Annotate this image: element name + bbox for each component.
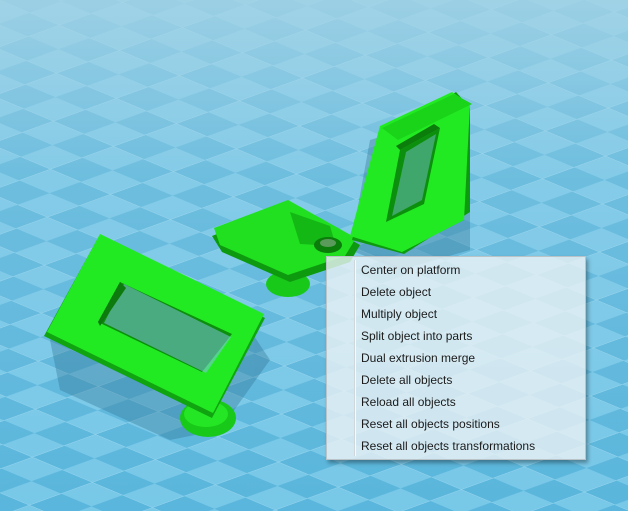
menu-item-label: Reset all objects transformations	[361, 439, 536, 453]
object-context-menu: Center on platform Delete object Multipl…	[326, 256, 586, 460]
menu-item-label: Delete object	[361, 285, 432, 299]
menu-item-label: Reload all objects	[361, 395, 456, 409]
menu-item-label: Reset all objects positions	[361, 417, 500, 431]
menu-item-label: Delete all objects	[361, 373, 453, 387]
menu-item-reload-all-objects[interactable]: Reload all objects	[327, 391, 585, 413]
menu-item-split-object-into-parts[interactable]: Split object into parts	[327, 325, 585, 347]
menu-item-label: Multiply object	[361, 307, 438, 321]
menu-item-label: Center on platform	[361, 263, 461, 277]
menu-item-label: Dual extrusion merge	[361, 351, 476, 365]
menu-item-dual-extrusion-merge[interactable]: Dual extrusion merge	[327, 347, 585, 369]
menu-item-delete-object[interactable]: Delete object	[327, 281, 585, 303]
menu-item-reset-all-objects-positions[interactable]: Reset all objects positions	[327, 413, 585, 435]
menu-item-delete-all-objects[interactable]: Delete all objects	[327, 369, 585, 391]
menu-item-reset-all-objects-transformations[interactable]: Reset all objects transformations	[327, 435, 585, 457]
menu-item-center-on-platform[interactable]: Center on platform	[327, 259, 585, 281]
menu-item-multiply-object[interactable]: Multiply object	[327, 303, 585, 325]
menu-item-label: Split object into parts	[361, 329, 473, 343]
